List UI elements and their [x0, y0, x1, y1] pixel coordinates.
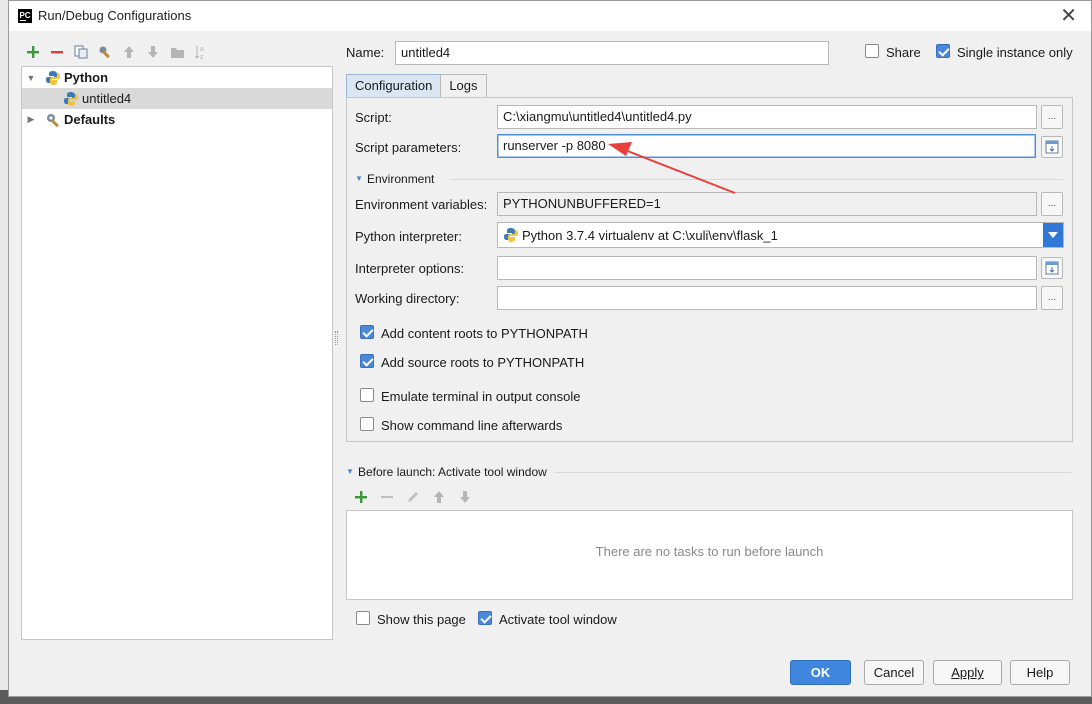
- window-title: Run/Debug Configurations: [38, 8, 192, 23]
- working-directory-label: Working directory:: [355, 291, 460, 306]
- wrench-icon: [45, 112, 61, 128]
- environment-variables-field[interactable]: PYTHONUNBUFFERED=1: [497, 192, 1037, 216]
- chevron-down-icon[interactable]: [1043, 223, 1063, 247]
- script-path-field[interactable]: C:\xiangmu\untitled4\untitled4.py: [497, 105, 1037, 129]
- environment-section-title: Environment: [367, 172, 435, 186]
- working-directory-field[interactable]: [497, 286, 1037, 310]
- configuration-tree: ▼ Python untitled4 ▶ Defaults: [21, 66, 333, 640]
- single-instance-label: Single instance only: [957, 45, 1073, 60]
- config-toolbar: az: [23, 41, 211, 63]
- share-checkbox[interactable]: [865, 44, 879, 58]
- python-icon: [45, 70, 61, 86]
- folder-icon[interactable]: [167, 42, 187, 62]
- tree-node-untitled4[interactable]: untitled4: [22, 88, 332, 109]
- expand-field-icon: [1045, 140, 1059, 154]
- title-bar: PC Run/Debug Configurations ✕: [9, 1, 1091, 31]
- add-source-roots-label: Add source roots to PYTHONPATH: [381, 355, 585, 370]
- collapse-arrow-icon[interactable]: ▶: [25, 114, 37, 126]
- apply-label: Apply: [951, 665, 984, 680]
- edit-task-icon[interactable]: [403, 487, 423, 507]
- script-label: Script:: [355, 110, 392, 125]
- pycharm-app-icon: PC: [18, 9, 32, 23]
- help-button[interactable]: Help: [1010, 660, 1070, 685]
- environment-variables-browse-button[interactable]: ...: [1041, 192, 1063, 216]
- name-field[interactable]: untitled4: [395, 41, 829, 65]
- config-tabs: Configuration Logs: [346, 74, 487, 97]
- share-label: Share: [886, 45, 921, 60]
- splitter-handle[interactable]: [335, 331, 338, 345]
- remove-task-icon[interactable]: [377, 487, 397, 507]
- python-file-icon: [63, 91, 79, 107]
- tab-configuration[interactable]: Configuration: [346, 74, 442, 97]
- edit-defaults-icon[interactable]: [95, 42, 115, 62]
- svg-text:z: z: [200, 54, 204, 60]
- before-launch-toolbar: [351, 487, 475, 507]
- before-launch-separator: [555, 472, 1071, 473]
- tree-label-untitled4: untitled4: [82, 91, 132, 106]
- add-icon[interactable]: [23, 42, 43, 62]
- python-interpreter-value: Python 3.7.4 virtualenv at C:\xuli\env\f…: [522, 227, 778, 243]
- interpreter-options-expand-button[interactable]: [1041, 257, 1063, 279]
- script-parameters-field[interactable]: runserver -p 8080: [497, 134, 1036, 158]
- interpreter-options-field[interactable]: [497, 256, 1037, 280]
- add-source-roots-checkbox[interactable]: [360, 354, 374, 368]
- tree-label-python: Python: [64, 70, 109, 85]
- expand-field-icon: [1045, 261, 1059, 275]
- environment-variables-label: Environment variables:: [355, 197, 488, 212]
- sort-icon[interactable]: az: [191, 42, 211, 62]
- add-task-icon[interactable]: [351, 487, 371, 507]
- tree-label-defaults: Defaults: [64, 112, 116, 127]
- single-instance-checkbox[interactable]: [936, 44, 950, 58]
- script-browse-button[interactable]: ...: [1041, 105, 1063, 129]
- expand-arrow-icon[interactable]: ▼: [25, 72, 37, 84]
- show-command-line-label: Show command line afterwards: [381, 418, 563, 433]
- run-debug-dialog: PC Run/Debug Configurations ✕ az ▼ Pytho…: [8, 0, 1092, 697]
- tree-node-defaults[interactable]: ▶ Defaults: [22, 109, 332, 130]
- script-parameters-label: Script parameters:: [355, 140, 462, 155]
- copy-icon[interactable]: [71, 42, 91, 62]
- script-parameters-expand-button[interactable]: [1041, 136, 1063, 158]
- no-tasks-message: There are no tasks to run before launch: [595, 544, 824, 559]
- before-launch-collapse-icon[interactable]: ▼: [346, 467, 354, 476]
- ok-button[interactable]: OK: [790, 660, 851, 685]
- move-task-down-icon[interactable]: [455, 487, 475, 507]
- emulate-terminal-label: Emulate terminal in output console: [381, 389, 581, 404]
- move-task-up-icon[interactable]: [429, 487, 449, 507]
- background-window-strip: [0, 0, 8, 704]
- svg-text:a: a: [200, 46, 204, 53]
- environment-collapse-icon[interactable]: ▼: [355, 174, 363, 183]
- python-interpreter-label: Python interpreter:: [355, 229, 462, 244]
- move-up-icon[interactable]: [119, 42, 139, 62]
- environment-separator: [451, 179, 1063, 180]
- activate-tool-window-label: Activate tool window: [499, 612, 617, 627]
- before-launch-title: Before launch: Activate tool window: [358, 465, 547, 479]
- python-interpreter-select[interactable]: Python 3.7.4 virtualenv at C:\xuli\env\f…: [497, 222, 1064, 248]
- python-interpreter-icon: [503, 227, 519, 243]
- tree-node-python[interactable]: ▼ Python: [22, 67, 332, 88]
- show-command-line-checkbox[interactable]: [360, 417, 374, 431]
- interpreter-options-label: Interpreter options:: [355, 261, 465, 276]
- move-down-icon[interactable]: [143, 42, 163, 62]
- add-content-roots-checkbox[interactable]: [360, 325, 374, 339]
- add-content-roots-label: Add content roots to PYTHONPATH: [381, 326, 588, 341]
- remove-icon[interactable]: [47, 42, 67, 62]
- working-directory-browse-button[interactable]: ...: [1041, 286, 1063, 310]
- apply-button[interactable]: Apply: [933, 660, 1002, 685]
- tab-logs[interactable]: Logs: [440, 74, 487, 97]
- activate-tool-window-checkbox[interactable]: [478, 611, 492, 625]
- show-this-page-checkbox[interactable]: [356, 611, 370, 625]
- cancel-button[interactable]: Cancel: [864, 660, 924, 685]
- name-label: Name:: [346, 45, 385, 60]
- close-icon[interactable]: ✕: [1060, 3, 1077, 28]
- show-this-page-label: Show this page: [377, 612, 466, 627]
- before-launch-task-list[interactable]: There are no tasks to run before launch: [346, 510, 1073, 600]
- emulate-terminal-checkbox[interactable]: [360, 388, 374, 402]
